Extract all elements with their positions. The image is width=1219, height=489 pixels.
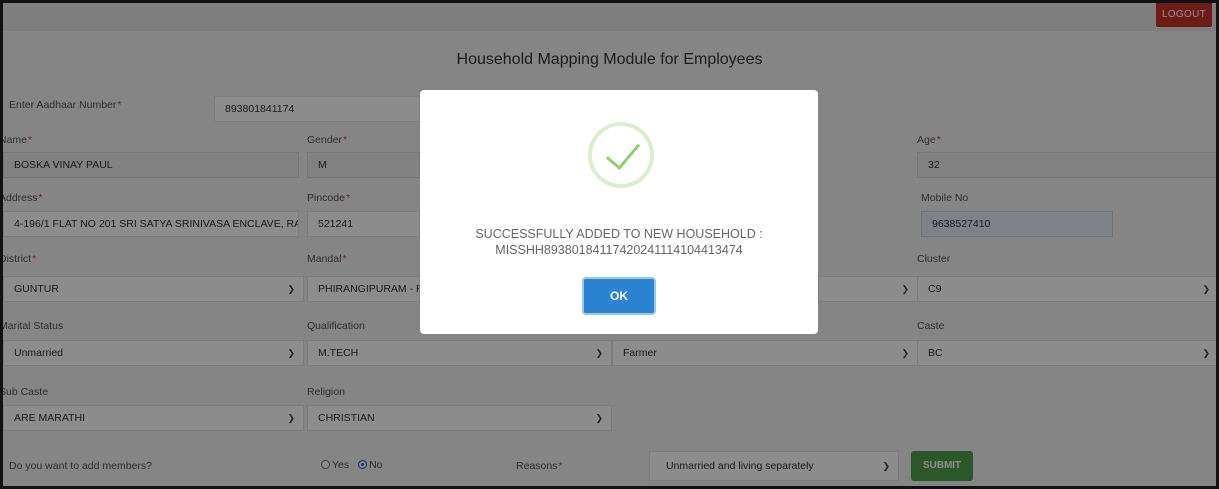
success-check-icon bbox=[588, 122, 654, 188]
success-message-line2: MISSHH8938018411742024111410441347​4 bbox=[495, 243, 743, 257]
ok-button[interactable]: OK bbox=[582, 277, 656, 315]
success-message: SUCCESSFULLY ADDED TO NEW HOUSEHOLD : MI… bbox=[420, 226, 818, 258]
success-modal: SUCCESSFULLY ADDED TO NEW HOUSEHOLD : MI… bbox=[420, 90, 818, 334]
app-frame: LOGOUT Household Mapping Module for Empl… bbox=[0, 0, 1219, 489]
success-message-line1: SUCCESSFULLY ADDED TO NEW HOUSEHOLD : bbox=[475, 227, 763, 241]
check-mark bbox=[605, 133, 641, 171]
